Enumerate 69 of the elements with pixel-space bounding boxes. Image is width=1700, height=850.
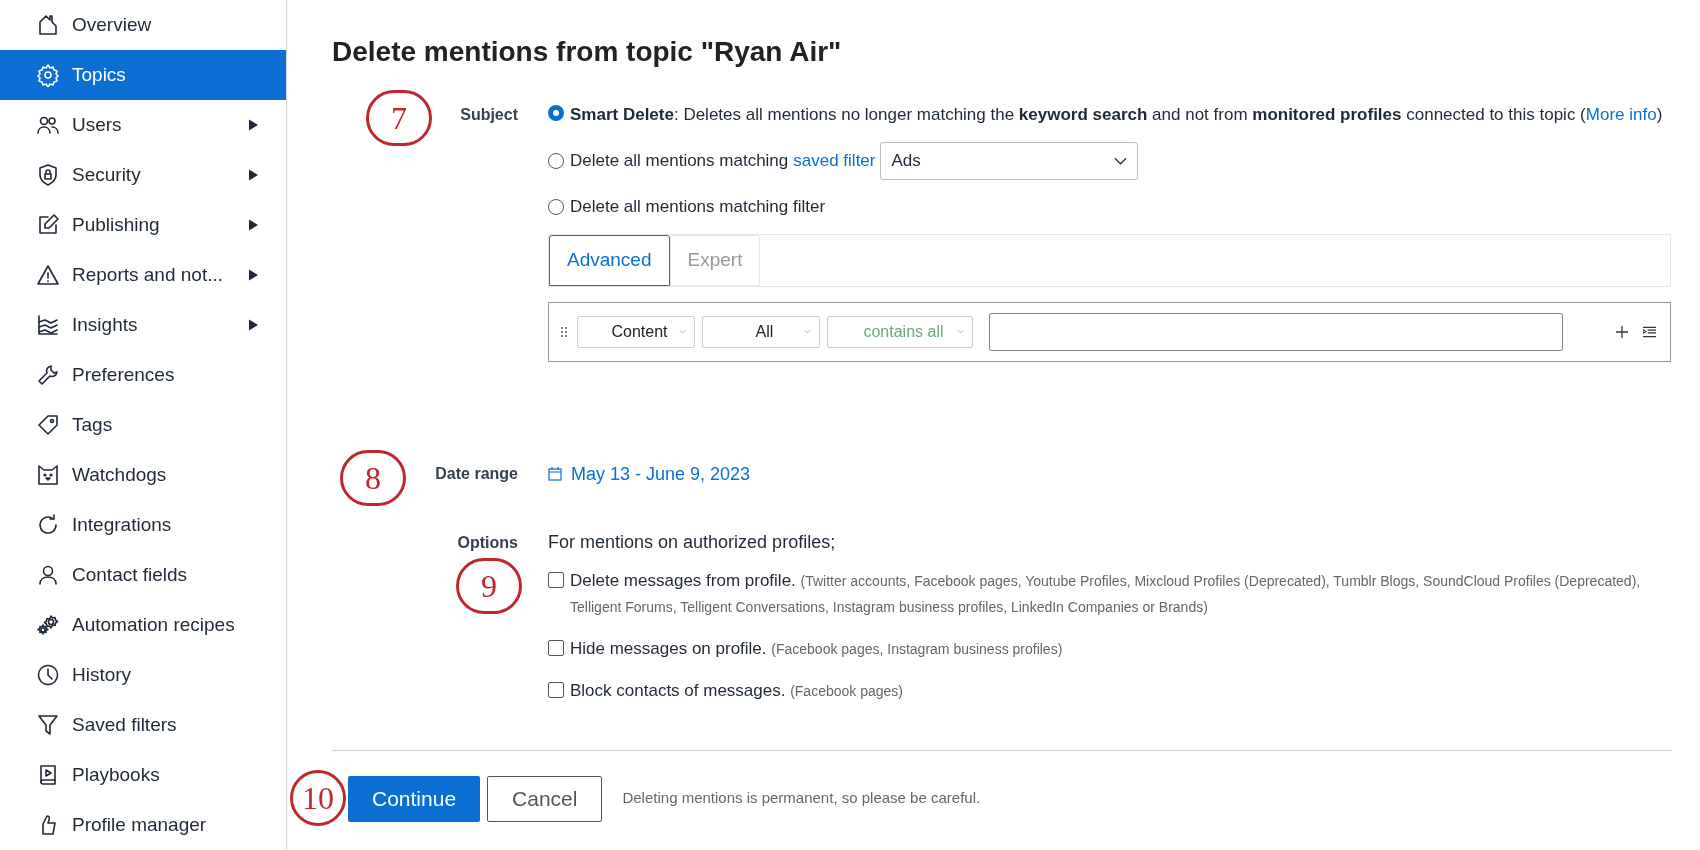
- tag-icon: [36, 413, 60, 437]
- filter-text-input[interactable]: [989, 312, 1563, 351]
- sidebar-item[interactable]: Profile manager: [0, 800, 286, 850]
- sidebar-item[interactable]: Topics: [0, 50, 286, 100]
- checkbox[interactable]: [548, 571, 564, 588]
- options-intro: For mentions on authorized profiles;: [548, 530, 837, 554]
- checkbox[interactable]: [548, 681, 564, 698]
- house-icon: [36, 13, 60, 37]
- refresh-icon: [36, 513, 60, 537]
- step-number-marker: 10: [290, 770, 346, 826]
- dog-face-icon: [36, 463, 60, 487]
- sidebar-item[interactable]: Security: [0, 150, 286, 200]
- sidebar-item[interactable]: Tags: [0, 400, 286, 450]
- calendar-icon: [548, 467, 562, 481]
- drag-handle-icon[interactable]: [561, 326, 567, 337]
- checkbox-label: Hide messages on profile. (Facebook pages, Instagram business profiles): [570, 637, 1063, 660]
- sidebar-item[interactable]: Publishing: [0, 200, 286, 250]
- sidebar-item[interactable]: Reports and not...: [0, 250, 286, 300]
- pencil-icon: [36, 213, 60, 237]
- warning-icon: [36, 263, 60, 287]
- area-chart-icon: [36, 313, 60, 337]
- option-label: Delete all mentions matching: [570, 150, 789, 173]
- person-icon: [36, 563, 60, 587]
- step-number-marker: 8: [340, 450, 406, 506]
- sidebar-item[interactable]: Preferences: [0, 350, 286, 400]
- sidebar-item[interactable]: Watchdogs: [0, 450, 286, 500]
- field-label: Date range: [435, 463, 518, 484]
- checkbox-label: Block contacts of messages. (Facebook pages): [570, 679, 903, 702]
- shield-icon: [36, 163, 60, 187]
- step-number-marker: 7: [366, 90, 432, 146]
- clock-icon: [36, 663, 60, 687]
- sidebar-item[interactable]: Overview: [0, 0, 286, 50]
- sidebar-item[interactable]: Insights: [0, 300, 286, 350]
- filter-select[interactable]: All: [702, 315, 820, 348]
- funnel-icon: [36, 713, 60, 737]
- plus-icon[interactable]: [1616, 325, 1628, 338]
- sidebar-item[interactable]: Users: [0, 100, 286, 150]
- field-label: Subject: [460, 105, 518, 125]
- wrench-icon: [36, 363, 60, 387]
- chevron-down-icon: [1114, 157, 1128, 165]
- cancel-button[interactable]: Cancel: [487, 775, 603, 822]
- indent-icon[interactable]: [1643, 325, 1656, 338]
- filter-tab[interactable]: Advanced: [549, 234, 670, 286]
- continue-button[interactable]: Continue: [348, 775, 481, 822]
- field-label: Options: [457, 532, 518, 553]
- chevron-down-icon: [804, 329, 811, 334]
- filter-select[interactable]: Content: [577, 315, 695, 348]
- date-range-link[interactable]: May 13 - June 9, 2023: [548, 460, 751, 488]
- sidebar-item[interactable]: Automation recipes: [0, 600, 286, 650]
- checkbox-label: Delete messages from profile. (Twitter accounts, Facebook pages, Youtube Profiles, Mixcloud Profiles (Deprecated), Tumblr Blogs, SoundCloud Profiles (Deprecated), Telligent Forums, Telligent Conversations, Instagram business profiles, LinkedIn Companies or Brands): [570, 569, 1642, 617]
- chevron-down-icon: [957, 329, 964, 334]
- chevron-down-icon: [679, 329, 686, 334]
- sidebar-item[interactable]: Integrations: [0, 500, 286, 550]
- step-number-marker: 9: [456, 558, 522, 614]
- filter-select[interactable]: Ads: [880, 142, 1139, 180]
- warning-note: Deleting mentions is permanent, so please be careful.: [622, 788, 981, 809]
- sidebar-item[interactable]: Saved filters: [0, 700, 286, 750]
- sidebar-item[interactable]: Contact fields: [0, 550, 286, 600]
- sidebar-item[interactable]: History: [0, 650, 286, 700]
- option-description: Smart Delete: Deletes all mentions no longer matching the keyword search and not from monitored profiles connected to this topic (More info): [570, 104, 1663, 126]
- gears-icon: [36, 613, 60, 637]
- sidebar-item[interactable]: Playbooks: [0, 750, 286, 800]
- checkbox[interactable]: [548, 639, 564, 656]
- more-info-link[interactable]: More info: [1585, 105, 1657, 124]
- saved-filter-link[interactable]: saved filter: [793, 148, 876, 174]
- page-title: Delete mentions from topic "Ryan Air": [332, 35, 843, 69]
- radio-button[interactable]: [548, 105, 564, 121]
- option-label: Delete all mentions matching filter: [570, 196, 826, 218]
- gear-icon: [36, 63, 60, 87]
